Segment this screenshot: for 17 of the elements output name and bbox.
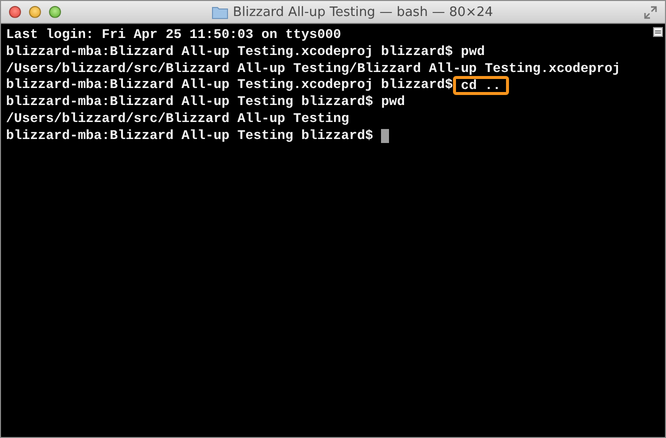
minimize-button[interactable] [29,6,41,18]
fullscreen-icon[interactable] [644,6,657,18]
highlighted-command: cd .. [452,76,509,96]
shell-prompt: blizzard-mba:Blizzard All-up Testing blizzard$ [6,94,374,111]
shell-prompt: blizzard-mba:Blizzard All-up Testing.xcodeproj blizzard$ [6,44,453,61]
command: pwd [460,44,485,61]
window-title: Blizzard All-up Testing — bash — 80×24 [232,4,494,20]
shell-prompt: blizzard-mba:Blizzard All-up Testing blizzard$ [6,128,374,145]
output-line: /Users/blizzard/src/Blizzard All-up Testing/Blizzard All-up Testing.xcodeproj [6,60,620,78]
close-button[interactable] [9,6,21,18]
split-icon[interactable] [653,27,663,37]
output-line: /Users/blizzard/src/Blizzard All-up Testing [6,110,350,128]
output-line: Last login: Fri Apr 25 11:50:03 on ttys000 [6,27,342,44]
folder-icon [212,6,228,18]
shell-prompt: blizzard-mba:Blizzard All-up Testing.xcodeproj blizzard$ [6,77,453,94]
zoom-button[interactable] [49,6,61,18]
command: pwd [381,94,406,111]
